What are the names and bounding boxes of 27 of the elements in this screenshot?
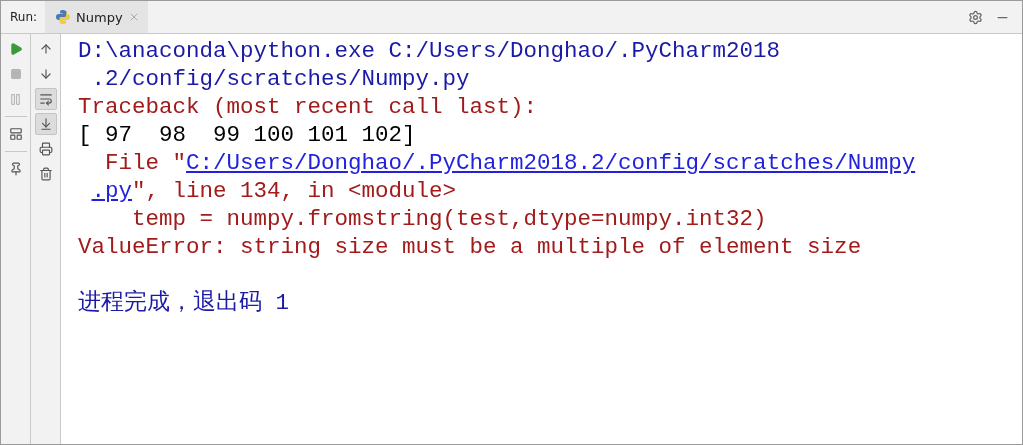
error-text: Traceback (most recent call last): <box>78 94 538 120</box>
trash-icon <box>38 167 53 181</box>
file-link[interactable]: C:/Users/Donghao/.PyCharm2018.2/config/scratches/Numpy <box>186 150 916 176</box>
output-text: [ 97 98 99 100 101 102] <box>78 122 416 148</box>
toolbar-button[interactable] <box>34 88 57 110</box>
run-tab[interactable]: Numpy <box>45 1 148 33</box>
settings-icon[interactable] <box>968 9 983 25</box>
command-text: .2/config/scratches/Numpy.py <box>90 66 470 92</box>
error-text: ValueError: string size must be a multiple of element size <box>78 234 862 260</box>
stop-icon <box>9 68 22 80</box>
python-logo-icon <box>55 9 72 25</box>
error-text: File " <box>104 150 187 176</box>
exit-message: 进程完成，退出码 1 <box>78 289 290 317</box>
command-text: D:\anaconda\python.exe C:/Users/Donghao/.PyCharm2018 <box>78 38 781 64</box>
run-label: Run: <box>9 10 39 24</box>
file-link[interactable]: .py <box>91 178 132 204</box>
error-text: ", line 134, in <module> <box>132 178 457 204</box>
pause-icon <box>9 92 22 106</box>
pin-icon <box>8 162 23 176</box>
run-icon <box>8 42 23 56</box>
error-text: temp = numpy.fromstring(test,dtype=numpy.int32) <box>131 206 767 232</box>
print-icon <box>38 142 53 156</box>
down-arrow-icon <box>38 67 53 81</box>
layout-icon <box>8 127 23 141</box>
soft-wrap-icon <box>38 92 53 106</box>
toolbar-button[interactable] <box>34 113 57 135</box>
scroll-to-end-icon <box>38 117 53 131</box>
